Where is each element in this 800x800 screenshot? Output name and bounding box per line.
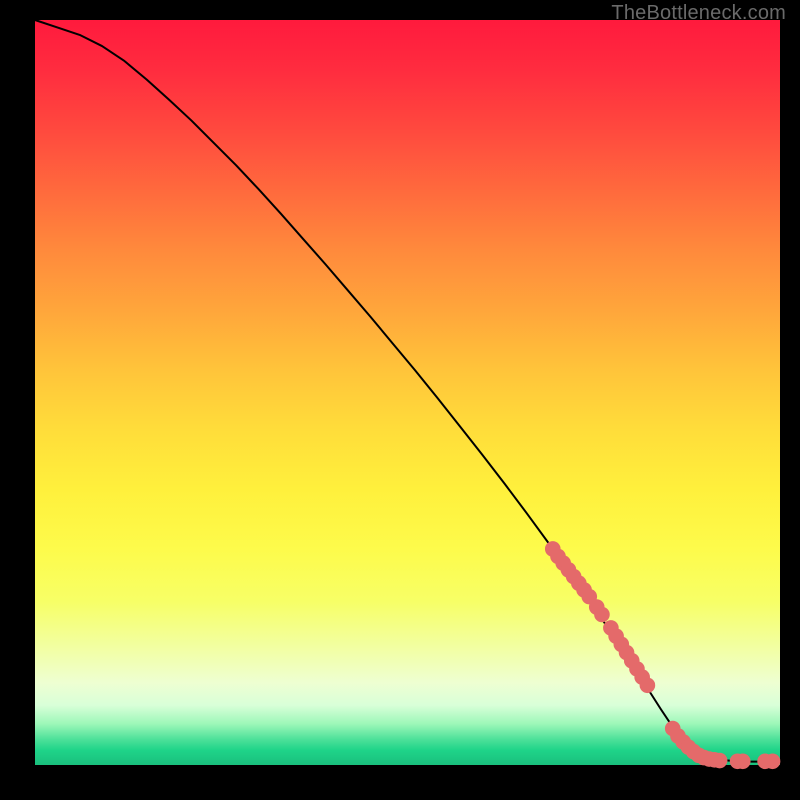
data-point (640, 677, 656, 693)
curve-layer (35, 20, 780, 762)
data-point (712, 753, 728, 769)
plot-area (35, 20, 780, 765)
data-point (765, 753, 781, 769)
bottleneck-curve (35, 20, 780, 762)
data-point (594, 607, 610, 623)
chart-svg (35, 20, 780, 765)
chart-frame: TheBottleneck.com (0, 0, 800, 800)
points-layer (545, 541, 780, 769)
data-point (735, 753, 751, 769)
